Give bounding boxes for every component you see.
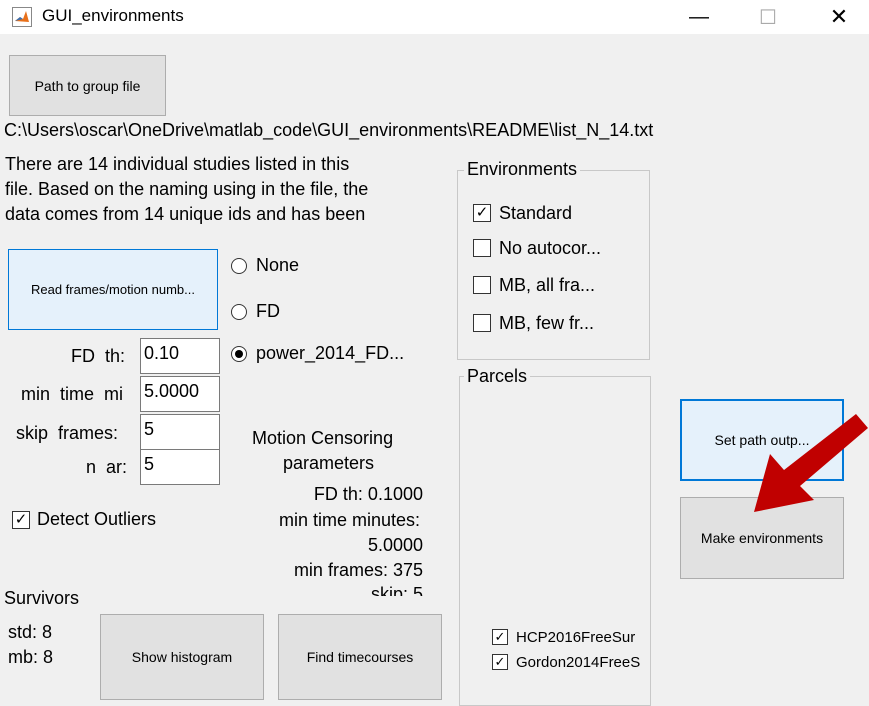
- survivors-label: Survivors: [4, 588, 80, 608]
- detect-outliers-label: Detect Outliers: [37, 509, 157, 529]
- close-icon[interactable]: ✕: [816, 0, 862, 34]
- n-ar-input[interactable]: 5: [140, 449, 220, 485]
- path-to-group-file-button[interactable]: Path to group file: [9, 55, 166, 116]
- env-standard-label: Standard: [499, 203, 573, 223]
- env-mb-all-frames-checkbox[interactable]: [473, 276, 491, 294]
- parcel-hcp2016-checkbox[interactable]: ✓: [492, 629, 508, 645]
- min-time-input[interactable]: 5.0000: [140, 376, 220, 412]
- motion-censoring-panel: Motion Censoring parameters FD th: 0.100…: [236, 426, 426, 596]
- radio-none-label: None: [256, 255, 300, 275]
- env-standard-checkbox[interactable]: ✓: [473, 204, 491, 222]
- info-line-3: data comes from 14 unique ids and has be…: [5, 204, 366, 224]
- censoring-skip: skip: 5: [370, 584, 423, 596]
- env-mb-few-frames-label: MB, few fr...: [499, 313, 595, 333]
- parcel-gordon2014-label: Gordon2014FreeS: [516, 654, 641, 671]
- info-line-2: file. Based on the naming using in the f…: [5, 179, 369, 199]
- radio-none[interactable]: [231, 258, 247, 274]
- group-file-path: C:\Users\oscar\OneDrive\matlab_code\GUI_…: [4, 120, 654, 140]
- find-timecourses-button[interactable]: Find timecourses: [278, 614, 442, 700]
- censoring-subtitle: parameters: [283, 453, 375, 473]
- radio-fd[interactable]: [231, 304, 247, 320]
- fd-th-input[interactable]: 0.10: [140, 338, 220, 374]
- show-histogram-button[interactable]: Show histogram: [100, 614, 264, 700]
- info-line-1: There are 14 individual studies listed i…: [5, 154, 350, 174]
- matlab-icon: [12, 7, 32, 27]
- min-time-label: min time mi: [21, 384, 124, 404]
- minimize-icon[interactable]: —: [676, 0, 722, 34]
- red-arrow-annotation: [754, 414, 868, 512]
- censoring-min-time-value: 5.0000: [367, 535, 423, 555]
- parcel-hcp2016-label: HCP2016FreeSur: [516, 629, 636, 646]
- n-ar-label: n ar:: [86, 457, 128, 477]
- skip-frames-label: skip frames:: [16, 423, 119, 443]
- fd-th-label: FD th:: [71, 346, 126, 366]
- survivors-mb: mb: 8: [8, 647, 54, 667]
- red-arrow-shape: [754, 414, 868, 512]
- survivors-std: std: 8: [8, 622, 53, 642]
- read-frames-button[interactable]: Read frames/motion numb...: [8, 249, 218, 330]
- environments-title: Environments: [464, 159, 581, 180]
- censoring-min-frames: min frames: 375: [293, 560, 423, 580]
- detect-outliers-checkbox[interactable]: ✓: [12, 511, 30, 529]
- parcel-gordon2014-checkbox[interactable]: ✓: [492, 654, 508, 670]
- censoring-min-time: min time minutes:: [278, 510, 420, 530]
- censoring-title: Motion Censoring: [252, 428, 394, 448]
- skip-frames-input[interactable]: 5: [140, 414, 220, 450]
- window-title: GUI_environments: [42, 6, 184, 25]
- env-no-autocor-label: No autocor...: [499, 238, 602, 258]
- env-no-autocor-checkbox[interactable]: [473, 239, 491, 257]
- env-mb-few-frames-checkbox[interactable]: [473, 314, 491, 332]
- parcels-title: Parcels: [464, 366, 531, 387]
- radio-fd-label: FD: [256, 301, 280, 321]
- radio-power-2014-fd[interactable]: [231, 346, 247, 362]
- env-mb-all-frames-label: MB, all fra...: [499, 275, 596, 295]
- radio-power-2014-fd-label: power_2014_FD...: [256, 343, 405, 363]
- censoring-fd-th: FD th: 0.1000: [313, 484, 423, 504]
- maximize-icon[interactable]: ☐: [745, 0, 791, 34]
